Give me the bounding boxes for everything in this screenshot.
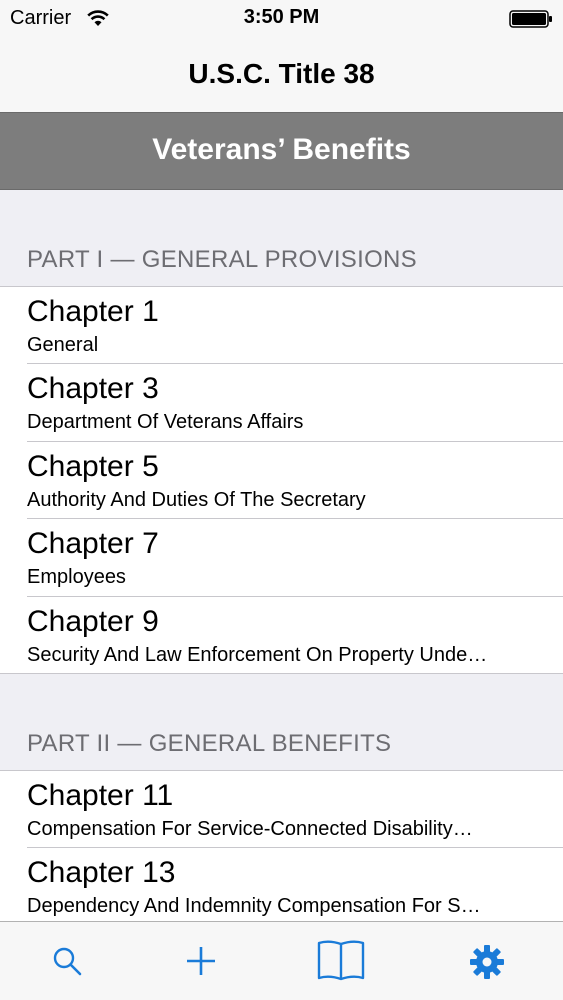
navigation-bar: U.S.C. Title 38 xyxy=(0,38,563,112)
section-part-2: PART II — GENERAL BENEFITS Chapter 11 Co… xyxy=(0,674,563,921)
battery-icon xyxy=(509,10,552,28)
app-screen: Carrier 3:50 PM U.S.C. Title 38 Veterans… xyxy=(0,0,563,1000)
list-item-title: Chapter 7 xyxy=(27,527,159,561)
list-item-chapter-5[interactable]: Chapter 5 Authority And Duties Of The Se… xyxy=(0,441,563,520)
tab-search[interactable] xyxy=(28,922,108,1000)
list-item-subtitle: Department Of Veterans Affairs xyxy=(27,411,304,434)
list-item-chapter-3[interactable]: Chapter 3 Department Of Veterans Affairs xyxy=(0,364,563,442)
list-item-title: Chapter 9 xyxy=(27,604,159,638)
search-icon xyxy=(53,947,82,976)
list-item-subtitle: Employees xyxy=(27,566,126,589)
list-item-chapter-11[interactable]: Chapter 11 Compensation For Service-Conn… xyxy=(0,770,563,849)
list-item-subtitle: Authority And Duties Of The Secretary xyxy=(27,488,366,511)
title-banner: Veterans’ Benefits xyxy=(0,112,563,190)
list-item-title: Chapter 1 xyxy=(27,295,159,328)
list-item-title: Chapter 11 xyxy=(27,778,174,812)
list-item-subtitle: Dependency And Indemnity Compensation Fo… xyxy=(27,895,481,918)
list-item-title: Chapter 3 xyxy=(27,372,159,406)
list-item-chapter-1[interactable]: Chapter 1 General xyxy=(0,287,563,365)
status-bar: Carrier 3:50 PM xyxy=(0,0,563,38)
list-item-subtitle: General xyxy=(27,334,99,356)
list-item-chapter-9[interactable]: Chapter 9 Security And Law Enforcement O… xyxy=(0,596,563,674)
list-item-chapter-13[interactable]: Chapter 13 Dependency And Indemnity Comp… xyxy=(0,848,563,921)
list-item-title: Chapter 5 xyxy=(27,449,159,483)
section-header: PART I — GENERAL PROVISIONS xyxy=(0,190,563,287)
page-title: U.S.C. Title 38 xyxy=(188,58,375,89)
section-header-label: PART I — GENERAL PROVISIONS xyxy=(27,246,417,273)
plus-icon xyxy=(187,947,215,975)
section-rows: Chapter 11 Compensation For Service-Conn… xyxy=(0,770,563,921)
section-header: PART II — GENERAL BENEFITS xyxy=(0,674,563,771)
book-icon xyxy=(317,940,365,981)
list-item-title: Chapter 13 xyxy=(27,856,176,890)
tab-bar xyxy=(0,921,563,1000)
section-rows: Chapter 1 General Chapter 3 Department O… xyxy=(0,287,563,674)
chapter-list[interactable]: PART I — GENERAL PROVISIONS Chapter 1 Ge… xyxy=(0,190,563,921)
status-time: 3:50 PM xyxy=(243,6,320,28)
tab-add[interactable] xyxy=(161,922,241,1000)
list-item-chapter-7[interactable]: Chapter 7 Employees xyxy=(0,519,563,597)
banner-title: Veterans’ Benefits xyxy=(152,133,411,166)
list-item-subtitle: Compensation For Service-Connected Disab… xyxy=(27,817,473,840)
gear-icon xyxy=(470,945,504,979)
tab-settings[interactable] xyxy=(447,922,527,1000)
list-item-subtitle: Security And Law Enforcement On Property… xyxy=(27,643,488,666)
section-part-1: PART I — GENERAL PROVISIONS Chapter 1 Ge… xyxy=(0,190,563,674)
tab-bookmarks[interactable] xyxy=(301,922,381,1000)
section-header-label: PART II — GENERAL BENEFITS xyxy=(27,729,392,757)
